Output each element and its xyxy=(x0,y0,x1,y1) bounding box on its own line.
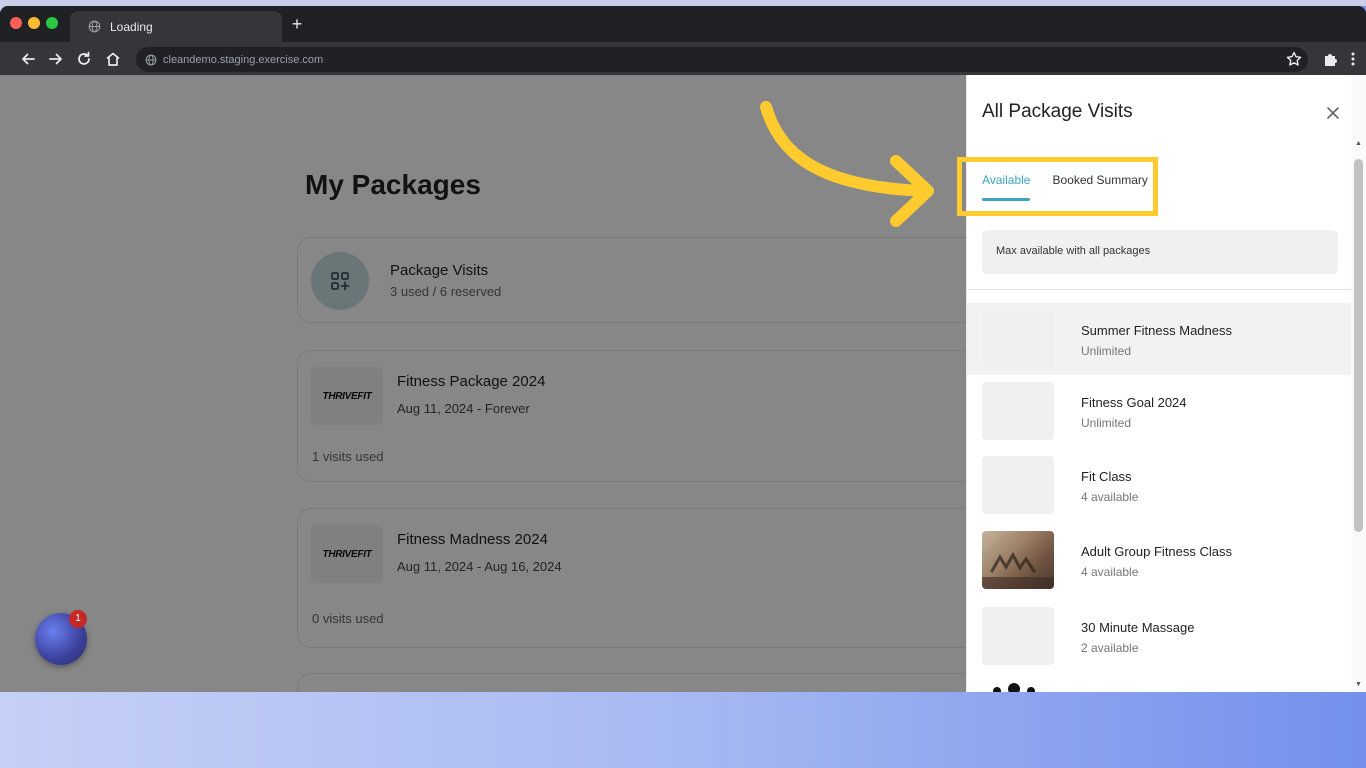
browser-toolbar: cleandemo.staging.exercise.com xyxy=(0,42,1366,75)
visit-availability: 4 available xyxy=(1081,565,1139,579)
scrollbar-thumb[interactable] xyxy=(1354,159,1363,532)
visit-name: Fit Class xyxy=(1081,469,1132,484)
visit-name: 30 Minute Massage xyxy=(1081,620,1195,635)
divider xyxy=(967,289,1353,290)
tab-bar: Loading + xyxy=(0,6,1366,42)
site-info-icon[interactable] xyxy=(145,54,157,66)
list-item[interactable]: Fit Class 4 available xyxy=(967,449,1353,521)
list-item[interactable]: Summer Fitness Madness Unlimited xyxy=(967,303,1353,375)
back-icon[interactable] xyxy=(19,50,37,68)
tabs-highlight-box xyxy=(957,157,1158,216)
chat-notification-badge: 1 xyxy=(69,610,87,628)
visit-name: Fitness Goal 2024 xyxy=(1081,395,1187,410)
bookmark-star-icon[interactable] xyxy=(1285,50,1303,68)
maximize-window-button[interactable] xyxy=(46,17,58,29)
visit-thumbnail xyxy=(982,607,1054,665)
annotation-arrow-icon xyxy=(760,101,934,227)
visit-thumbnail xyxy=(982,456,1054,514)
close-icon[interactable] xyxy=(1325,105,1341,121)
reload-icon[interactable] xyxy=(75,50,93,68)
page-content: My Packages Package Visits 3 used / 6 re… xyxy=(0,75,1366,692)
extensions-puzzle-icon[interactable] xyxy=(1321,50,1339,68)
new-tab-button[interactable]: + xyxy=(288,15,306,33)
list-item-partial[interactable] xyxy=(967,673,1353,692)
max-available-info: Max available with all packages xyxy=(982,230,1338,274)
browser-tab[interactable]: Loading xyxy=(70,11,282,42)
globe-icon xyxy=(88,20,101,33)
visit-thumbnail xyxy=(982,310,1054,368)
visit-availability: Unlimited xyxy=(1081,344,1132,358)
drawer-title: All Package Visits xyxy=(982,101,1133,122)
browser-tab-title: Loading xyxy=(110,19,153,34)
browser-menu-icon[interactable] xyxy=(1344,50,1362,68)
scroll-down-icon[interactable]: ▼ xyxy=(1354,680,1363,689)
list-item[interactable]: Adult Group Fitness Class 4 available xyxy=(967,524,1353,596)
visit-name: Adult Group Fitness Class xyxy=(1081,544,1233,559)
visit-availability: 2 available xyxy=(1081,641,1139,655)
visit-availability: Unlimited xyxy=(1081,416,1132,430)
browser-window: Loading + cleandemo.staging.exercise.com… xyxy=(0,6,1366,692)
visit-thumbnail xyxy=(982,382,1054,440)
fitness-class-photo xyxy=(982,531,1054,589)
forward-icon[interactable] xyxy=(47,50,65,68)
address-bar[interactable]: cleandemo.staging.exercise.com xyxy=(136,47,1308,72)
url-text: cleandemo.staging.exercise.com xyxy=(163,53,324,66)
visit-availability: 4 available xyxy=(1081,490,1139,504)
close-window-button[interactable] xyxy=(10,17,22,29)
logo-partial-icon xyxy=(993,683,1035,692)
drawer-scrollbar[interactable]: ▲ ▼ xyxy=(1351,75,1366,692)
scroll-up-icon[interactable]: ▲ xyxy=(1354,139,1363,148)
visit-name: Summer Fitness Madness xyxy=(1081,323,1232,338)
minimize-window-button[interactable] xyxy=(28,17,40,29)
list-item[interactable]: Fitness Goal 2024 Unlimited xyxy=(967,375,1353,447)
list-item[interactable]: 30 Minute Massage 2 available xyxy=(967,600,1353,672)
home-icon[interactable] xyxy=(104,50,122,68)
